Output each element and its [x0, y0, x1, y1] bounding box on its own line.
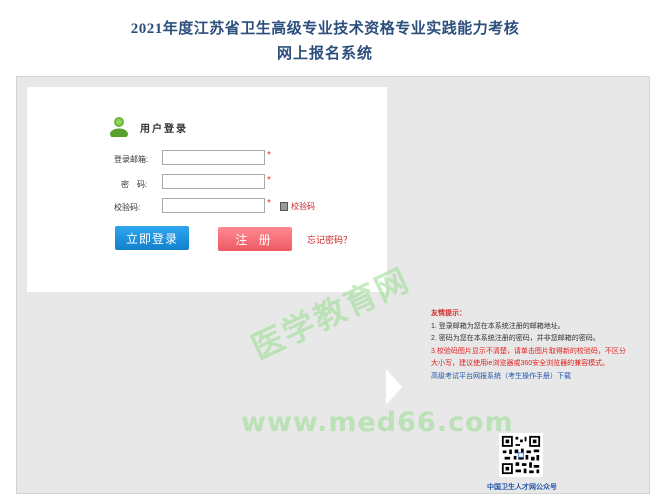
main-stage: 用户登录 登录邮箱: * 密 码: * 校验码: * 校验码 立即登录 注 册 …	[16, 76, 650, 494]
tips-title: 友情提示：	[431, 310, 466, 317]
qr-caption: 中国卫生人才网公众号	[487, 484, 557, 491]
qr-code-icon	[499, 433, 543, 477]
password-required-mark: *	[267, 175, 271, 186]
page-title: 2021年度江苏省卫生高级专业技术资格专业实践能力考核	[130, 21, 520, 37]
captcha-image-icon[interactable]	[280, 202, 288, 211]
captcha-label: 校验码:	[114, 203, 141, 212]
login-heading: 用户登录	[140, 124, 188, 135]
tip-item: 3.校验码图片显示不清楚，请单击图片取得新的校验码，不区分大小写，建议使用ie浏…	[431, 347, 626, 368]
login-button[interactable]: 立即登录	[115, 226, 189, 250]
user-icon	[110, 117, 128, 137]
password-field[interactable]	[162, 174, 265, 189]
manual-download-link[interactable]: 高级考试平台网报系统（考生操作手册）下载	[431, 371, 631, 384]
email-required-mark: *	[267, 150, 271, 161]
captcha-field[interactable]	[162, 198, 265, 213]
register-button[interactable]: 注 册	[218, 227, 292, 251]
email-field[interactable]	[162, 150, 265, 165]
watermark-url: www.med66.com	[241, 407, 514, 438]
tip-item: 1. 登录邮箱为您在本系统注册的邮箱地址。	[431, 322, 565, 330]
login-panel: 用户登录 登录邮箱: * 密 码: * 校验码: * 校验码 立即登录 注 册 …	[27, 87, 387, 292]
captcha-required-mark: *	[267, 198, 271, 209]
page-subtitle: 网上报名系统	[276, 46, 373, 62]
forgot-password-link[interactable]: 忘记密码？	[307, 233, 352, 246]
password-label: 密 码:	[121, 180, 148, 189]
tip-item: 2. 密码为您在本系统注册的密码，并非您邮箱的密码。	[431, 335, 600, 342]
tips-panel: 友情提示： 1. 登录邮箱为您在本系统注册的邮箱地址。 2. 密码为您在本系统注…	[431, 308, 631, 383]
email-label: 登录邮箱:	[114, 155, 149, 164]
captcha-refresh-link[interactable]: 校验码	[291, 201, 315, 212]
arrow-right-icon	[386, 369, 402, 405]
